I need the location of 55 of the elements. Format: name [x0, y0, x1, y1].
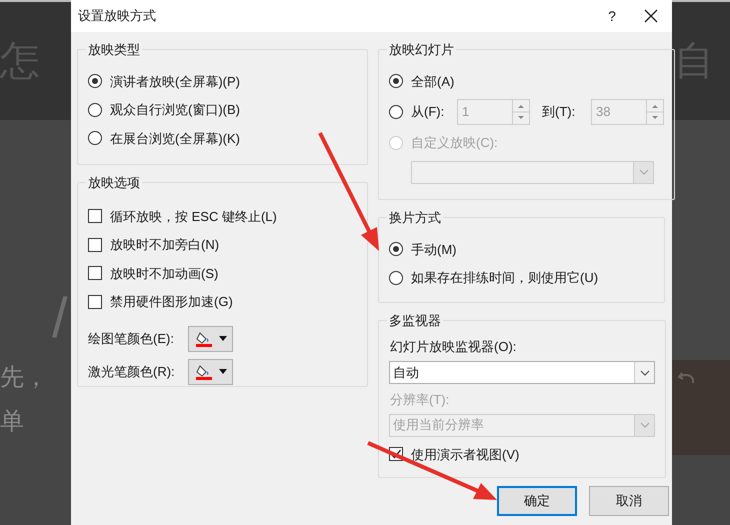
- field-label: 绘图笔颜色(E):: [88, 330, 175, 348]
- radio-button[interactable]: [389, 105, 403, 119]
- checkbox-label: 禁用硬件图形加速(G): [110, 293, 233, 311]
- radio-button[interactable]: [389, 74, 403, 88]
- radio-label: 手动(M): [411, 240, 456, 259]
- color-picker-button[interactable]: [188, 326, 233, 352]
- spin-buttons[interactable]: [646, 100, 663, 124]
- dropdown-value: 自动: [392, 364, 420, 382]
- field-label: 到(T):: [542, 103, 576, 122]
- cancel-button[interactable]: 取消: [589, 486, 669, 516]
- help-button[interactable]: ?: [602, 6, 622, 26]
- field-label: 幻灯片放映监视器(O):: [389, 338, 518, 356]
- caret-icon: [218, 336, 226, 341]
- field-label: 激光笔颜色(R):: [88, 362, 176, 381]
- group-title: 放映幻灯片: [388, 41, 455, 59]
- spin-buttons[interactable]: [512, 100, 529, 124]
- checkbox-label: 放映时不加动画(S): [110, 264, 218, 283]
- dropdown-value: 使用当前分辨率: [392, 416, 485, 434]
- group-title: 多监视器: [388, 312, 442, 330]
- field-value: 1: [461, 103, 470, 122]
- radio-button[interactable]: [88, 131, 102, 146]
- radio-label: 全部(A): [411, 72, 454, 91]
- window-title: 设置放映方式: [78, 7, 157, 26]
- radio-button[interactable]: [88, 74, 102, 88]
- field-label: 分辨率(T):: [389, 391, 450, 409]
- checkbox[interactable]: [88, 294, 102, 309]
- checkbox[interactable]: [88, 238, 102, 252]
- caret-icon: [218, 369, 226, 374]
- checkbox[interactable]: [88, 209, 102, 224]
- radio-label: 从(F):: [411, 103, 446, 122]
- checkbox[interactable]: [88, 266, 102, 280]
- radio-label: 在展台浏览(全屏幕)(K): [110, 130, 240, 148]
- checkbox-label: 放映时不加旁白(N): [110, 236, 220, 254]
- color-picker-button[interactable]: [188, 358, 233, 384]
- checkbox-label: 循环放映，按 ESC 键终止(L): [110, 208, 277, 226]
- paint-bucket-icon: [194, 330, 212, 348]
- slide-text: 单: [0, 410, 25, 434]
- radio-button[interactable]: [389, 242, 403, 256]
- radio-label: 如果存在排练时间，则使用它(U): [411, 269, 598, 287]
- dropdown[interactable]: 自动: [389, 361, 655, 384]
- slide-text: /: [51, 290, 69, 346]
- slide-text: 先，: [0, 366, 49, 390]
- radio-label: 演讲者放映(全屏幕)(P): [110, 72, 240, 91]
- close-icon[interactable]: [644, 9, 658, 23]
- group-title: 放映类型: [87, 41, 141, 59]
- paint-bucket-icon: [194, 362, 212, 380]
- radio-label: 自定义放映(C):: [411, 134, 498, 152]
- radio-button[interactable]: [389, 270, 403, 285]
- group-title: 放映选项: [87, 174, 141, 192]
- checkbox-label: 使用演示者视图(V): [411, 446, 520, 464]
- field-value: 38: [595, 103, 612, 122]
- radio-label: 观众自行浏览(窗口)(B): [110, 101, 240, 119]
- radio-button[interactable]: [88, 102, 102, 117]
- ok-button[interactable]: 确定: [497, 486, 577, 516]
- group-title: 换片方式: [388, 209, 442, 227]
